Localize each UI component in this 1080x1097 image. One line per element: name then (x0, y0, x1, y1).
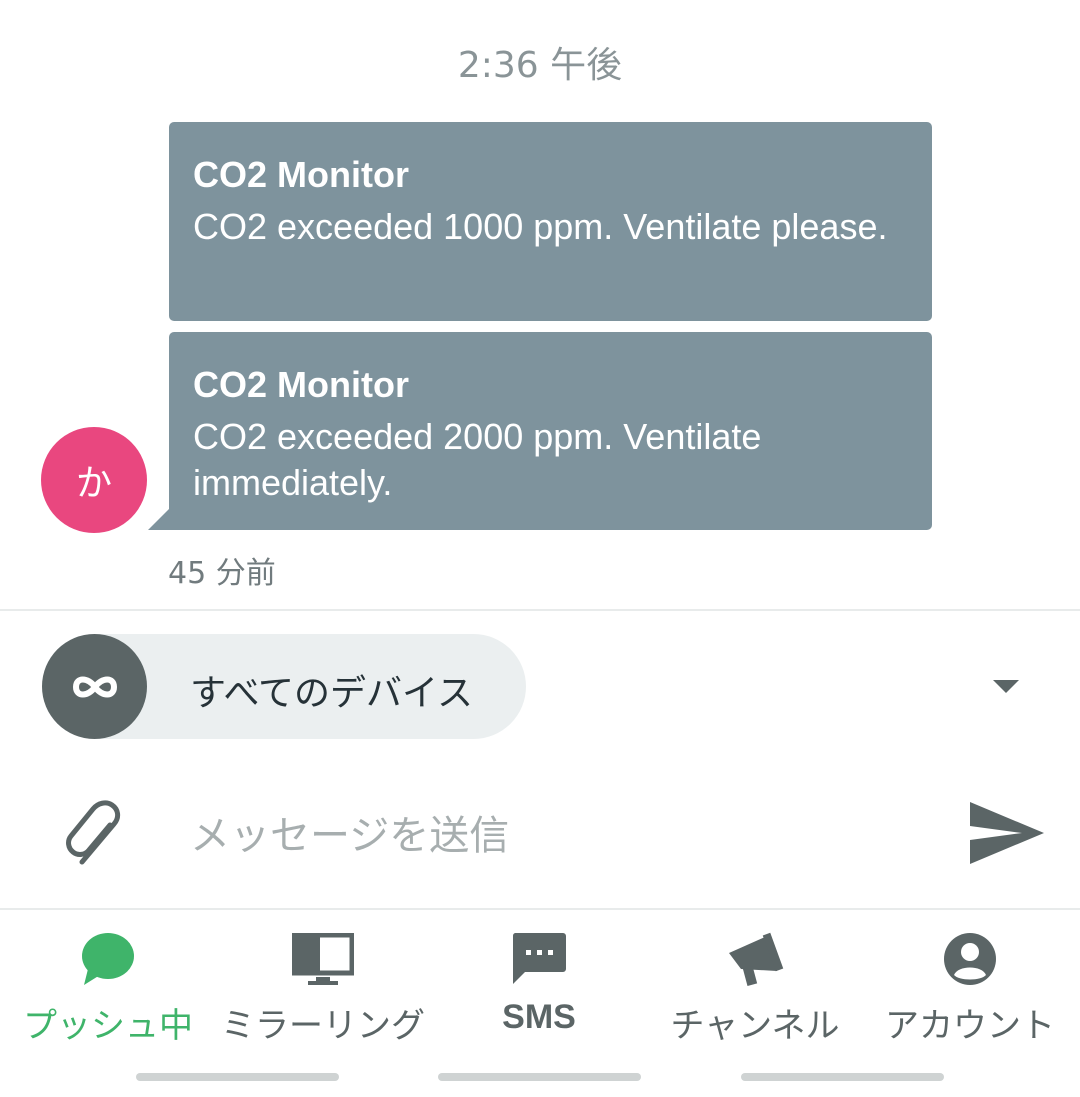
infinity-icon (42, 634, 147, 739)
nav-item-sms[interactable]: SMS (439, 928, 639, 1048)
message-bubble[interactable]: CO2 Monitor CO2 exceeded 1000 ppm. Venti… (169, 122, 932, 321)
message-input[interactable] (190, 806, 930, 866)
chat-time-header: 2:36 午後 (457, 45, 623, 86)
message-body: CO2 exceeded 2000 ppm. Ventilate immedia… (193, 416, 762, 503)
message-title: CO2 Monitor (193, 154, 409, 195)
message-title: CO2 Monitor (193, 364, 409, 405)
divider (0, 908, 1080, 910)
nav-label: アカウント (885, 1006, 1055, 1046)
message-bubble-tail (148, 509, 169, 530)
device-selector[interactable]: すべてのデバイス (42, 634, 526, 739)
device-selector-label: すべてのデバイス (190, 673, 473, 714)
scroll-indicator (136, 1073, 339, 1081)
monitor-icon (223, 928, 423, 990)
scroll-indicator (741, 1073, 944, 1081)
scroll-indicator (438, 1073, 641, 1081)
megaphone-icon (655, 928, 855, 990)
chat-bubble-icon (8, 928, 208, 990)
dropdown-arrow-icon[interactable] (993, 680, 1019, 693)
send-icon[interactable] (968, 800, 1046, 870)
message-bubble[interactable]: CO2 Monitor CO2 exceeded 2000 ppm. Venti… (169, 332, 932, 530)
sender-avatar[interactable]: か (41, 427, 147, 533)
nav-item-push[interactable]: プッシュ中 (8, 928, 208, 1048)
nav-item-account[interactable]: アカウント (870, 928, 1070, 1048)
paperclip-icon[interactable] (62, 800, 126, 874)
nav-item-channels[interactable]: チャンネル (655, 928, 855, 1048)
sms-icon (439, 928, 639, 990)
divider (0, 609, 1080, 611)
message-relative-time: 45 分前 (168, 556, 276, 591)
account-circle-icon (870, 928, 1070, 990)
message-body: CO2 exceeded 1000 ppm. Ventilate please. (193, 206, 888, 247)
nav-item-mirroring[interactable]: ミラーリング (221, 928, 425, 1048)
